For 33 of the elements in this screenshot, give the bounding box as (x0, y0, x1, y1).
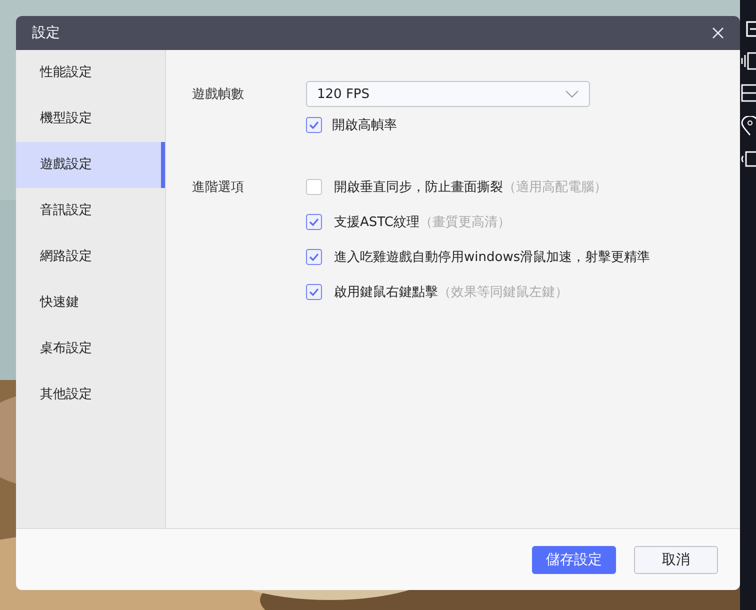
vibrate-icon[interactable] (740, 52, 756, 70)
chevron-down-icon (565, 90, 579, 98)
speaker-icon[interactable] (740, 150, 756, 168)
sidebar-item[interactable]: 性能設定 (16, 50, 165, 96)
sidebar-item[interactable]: 音訊設定 (16, 188, 165, 234)
option-label: 開啟垂直同步，防止畫面撕裂 (334, 179, 503, 196)
option-label: 進入吃雞遊戲自動停用windows滑鼠加速，射擊更精準 (334, 249, 650, 266)
option-label: 啟用鍵鼠右鍵點擊 (334, 284, 438, 301)
option-label: 支援ASTC紋理 (334, 214, 420, 231)
setting-label: 進階選項 (192, 179, 245, 197)
option-label: 開啟高幀率 (332, 117, 397, 134)
close-icon[interactable] (712, 27, 724, 39)
checkbox[interactable] (306, 249, 322, 265)
setting-label: 遊戲幀數 (192, 86, 245, 103)
sidebar-item[interactable]: 快速鍵 (16, 280, 165, 326)
sidebar-item[interactable]: 機型設定 (16, 96, 165, 142)
sidebar-item[interactable]: 網路設定 (16, 234, 165, 280)
sidebar-item[interactable]: 其他設定 (16, 372, 165, 418)
checkbox[interactable] (306, 214, 322, 230)
option-note: （適用高配電腦） (503, 179, 607, 196)
window-title: 設定 (32, 24, 60, 42)
option-note: （效果等同鍵鼠左鍵） (438, 284, 568, 301)
panel-icon[interactable] (740, 84, 756, 102)
save-button[interactable]: 儲存設定 (532, 546, 616, 574)
checkbox[interactable] (306, 284, 322, 300)
cancel-button[interactable]: 取消 (634, 546, 718, 574)
pin-icon[interactable] (740, 116, 756, 136)
sidebar-item[interactable]: 桌布設定 (16, 326, 165, 372)
frame-rate-dropdown[interactable]: 120 FPS (306, 81, 590, 107)
checkbox[interactable] (306, 179, 322, 195)
checkbox[interactable] (306, 117, 322, 133)
sidebar-item[interactable]: 遊戲設定 (16, 142, 165, 188)
option-note: （畫質更高清） (419, 214, 510, 231)
